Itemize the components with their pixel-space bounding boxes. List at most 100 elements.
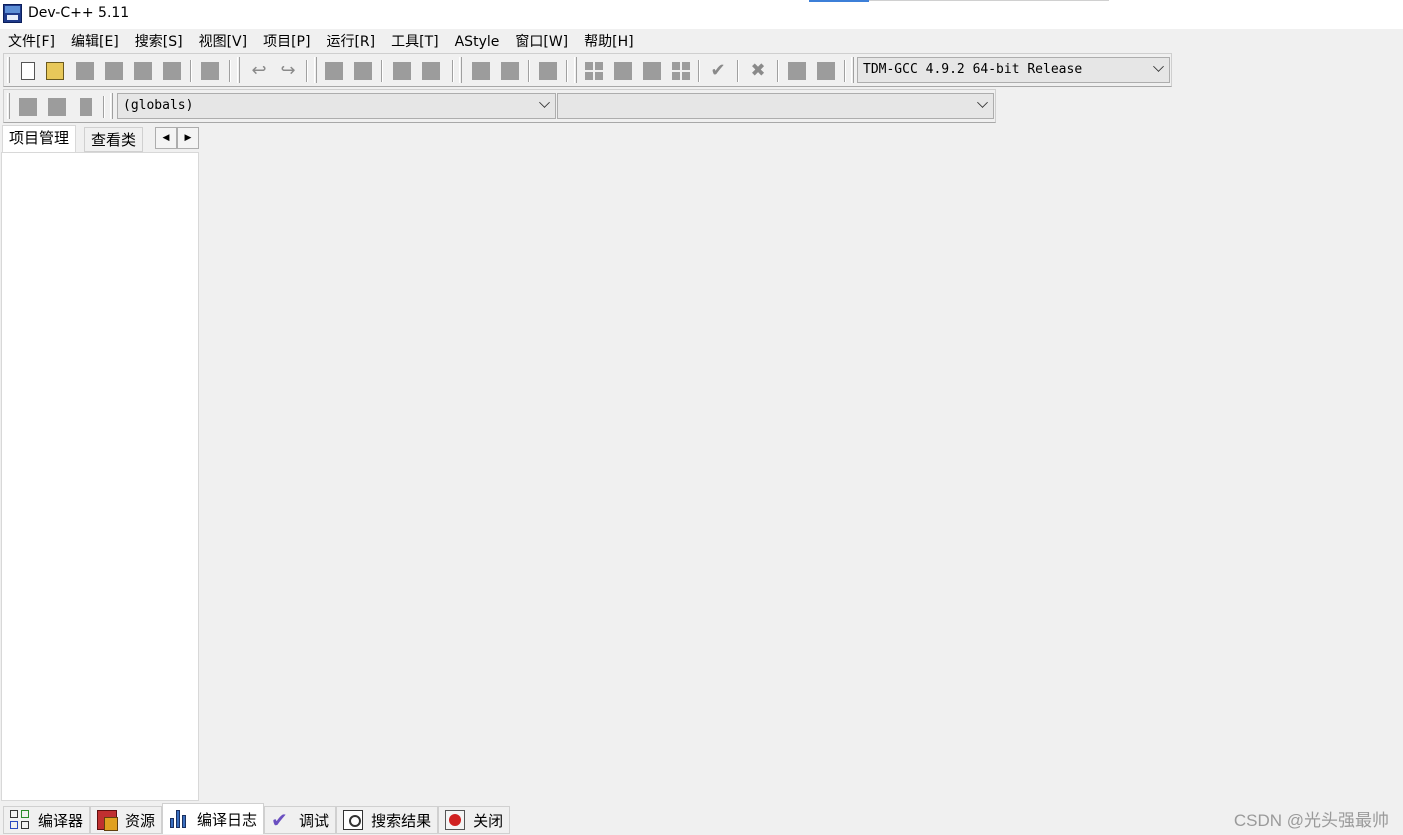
goto-line-button[interactable] — [419, 59, 443, 83]
chevron-down-icon — [977, 97, 988, 108]
goto-line-icon — [422, 62, 440, 80]
tab-debug-label: 调试 — [299, 811, 330, 830]
toggle-bookmark-button[interactable] — [45, 95, 69, 119]
rebuild-icon — [672, 62, 690, 80]
chevron-down-icon — [1153, 61, 1164, 72]
toolbar-grip[interactable] — [110, 93, 113, 119]
save-all-button[interactable] — [102, 59, 126, 83]
save-button[interactable] — [73, 59, 97, 83]
add-to-project-button[interactable] — [498, 59, 522, 83]
project-options-button[interactable] — [536, 59, 560, 83]
find-next-button[interactable] — [390, 59, 414, 83]
compile-run-button[interactable] — [640, 59, 664, 83]
toolbar-grip[interactable] — [459, 57, 462, 83]
menu-astyle[interactable]: AStyle — [447, 30, 508, 52]
menu-help[interactable]: 帮助[H] — [576, 30, 641, 52]
tab-compiler[interactable]: 编译器 — [3, 806, 91, 834]
new-project-button[interactable] — [469, 59, 493, 83]
class-toolbar: (globals) — [3, 89, 996, 123]
menu-search[interactable]: 搜索[S] — [127, 30, 191, 52]
save-all-icon — [105, 62, 123, 80]
open-file-button[interactable] — [43, 59, 67, 83]
replace-button[interactable] — [351, 59, 375, 83]
close-all-icon — [163, 62, 181, 80]
tab-compile-log-label: 编译日志 — [197, 810, 258, 829]
tab-resources[interactable]: 资源 — [90, 806, 163, 834]
run-button[interactable] — [611, 59, 635, 83]
toolbar-separator — [190, 60, 192, 82]
tab-scroll-right-button[interactable]: ▶ — [177, 127, 199, 149]
menu-view[interactable]: 视图[V] — [191, 30, 256, 52]
profile-button[interactable] — [814, 59, 838, 83]
toolbar-grip[interactable] — [574, 57, 577, 83]
toolbar-separator — [229, 60, 231, 82]
find-icon — [325, 62, 343, 80]
undo-icon: ↩ — [251, 60, 267, 81]
menu-edit[interactable]: 编辑[E] — [63, 30, 127, 52]
check-icon: ✔ — [271, 808, 288, 832]
menu-window[interactable]: 窗口[W] — [507, 30, 576, 52]
menu-project[interactable]: 项目[P] — [255, 30, 318, 52]
debug-icon — [788, 62, 806, 80]
main-toolbar: ↩ ↪ ✔ ✖ TDM-GCC 4.9.2 64-bit Release — [3, 53, 1172, 87]
bar-chart-icon — [169, 809, 189, 829]
toolbar-grip[interactable] — [314, 57, 317, 83]
compile-button[interactable] — [582, 59, 606, 83]
tab-search-results-label: 搜索结果 — [371, 811, 432, 830]
window-title: Dev-C++ 5.11 — [28, 5, 130, 21]
undo-button[interactable]: ↩ — [247, 59, 271, 83]
redo-icon: ↪ — [280, 60, 296, 81]
tab-close-label: 关闭 — [473, 811, 504, 830]
title-bar: Dev-C++ 5.11 — [0, 0, 1403, 29]
syntax-check-button[interactable]: ✔ — [706, 59, 730, 83]
insert-icon — [19, 98, 37, 116]
rebuild-all-button[interactable] — [669, 59, 693, 83]
tab-scroll-left-button[interactable]: ◀ — [155, 127, 177, 149]
insert-button[interactable] — [16, 95, 40, 119]
compiler-select[interactable]: TDM-GCC 4.9.2 64-bit Release — [857, 57, 1170, 83]
find-button[interactable] — [322, 59, 346, 83]
print-icon — [201, 62, 219, 80]
tab-class-browser[interactable]: 查看类 — [84, 127, 144, 152]
bar — [176, 810, 181, 828]
stop-execution-button[interactable]: ✖ — [746, 59, 770, 83]
find-next-icon — [393, 62, 411, 80]
toolbar-separator — [306, 60, 308, 82]
project-tree-panel[interactable] — [1, 152, 199, 801]
menu-bar: 文件[F] 编辑[E] 搜索[S] 视图[V] 项目[P] 运行[R] 工具[T… — [0, 30, 642, 52]
tab-search-results[interactable]: 搜索结果 — [336, 806, 439, 834]
tab-project-manager[interactable]: 项目管理 — [2, 125, 77, 153]
new-project-icon — [472, 62, 490, 80]
close-all-button[interactable] — [160, 59, 184, 83]
menu-run[interactable]: 运行[R] — [318, 30, 383, 52]
new-file-button[interactable] — [16, 59, 40, 83]
goto-bookmark-icon — [80, 98, 92, 116]
tab-resources-label: 资源 — [125, 811, 156, 830]
toolbar-grip[interactable] — [237, 57, 240, 83]
tab-compile-log[interactable]: 编译日志 — [162, 803, 265, 834]
redo-button[interactable]: ↪ — [276, 59, 300, 83]
resources-icon — [97, 810, 119, 831]
toolbar-grip[interactable] — [7, 57, 10, 83]
close-file-button[interactable] — [131, 59, 155, 83]
scope-select[interactable]: (globals) — [117, 93, 556, 119]
save-icon — [76, 62, 94, 80]
compiler-select-value: TDM-GCC 4.9.2 64-bit Release — [863, 62, 1083, 77]
stop-icon: ✖ — [750, 60, 766, 81]
toolbar-grip[interactable] — [7, 93, 10, 119]
bottom-tabs: 编译器 资源 编译日志 ✔ 调试 搜索结果 关闭 — [0, 803, 511, 835]
toolbar-grip[interactable] — [851, 57, 854, 83]
replace-icon — [354, 62, 372, 80]
add-to-project-icon — [501, 62, 519, 80]
compile-icon — [585, 62, 603, 80]
tab-close[interactable]: 关闭 — [438, 806, 511, 834]
goto-bookmark-button[interactable] — [74, 95, 98, 119]
toolbar-separator — [528, 60, 530, 82]
member-select[interactable] — [557, 93, 994, 119]
print-button[interactable] — [198, 59, 222, 83]
debug-button[interactable] — [785, 59, 809, 83]
menu-file[interactable]: 文件[F] — [0, 30, 63, 52]
tab-debug[interactable]: ✔ 调试 — [264, 806, 337, 834]
menu-tools[interactable]: 工具[T] — [383, 30, 446, 52]
search-icon — [343, 810, 364, 830]
